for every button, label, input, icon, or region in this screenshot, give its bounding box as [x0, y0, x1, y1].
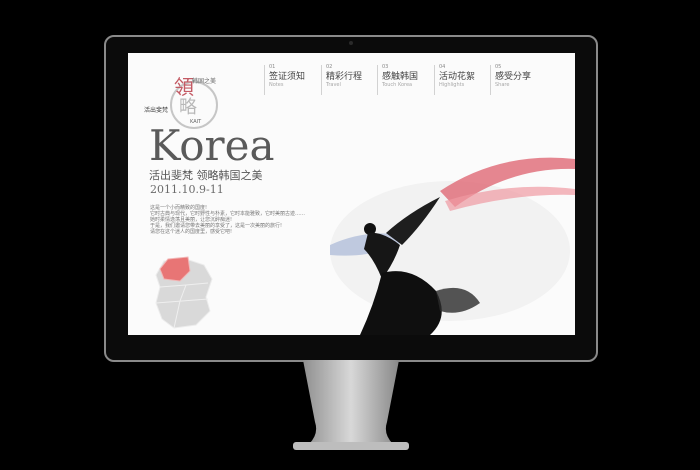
nav-number: 02	[326, 64, 333, 70]
logo-hanja-main: 領	[174, 75, 194, 99]
stand-neck	[303, 360, 399, 444]
nav-item-travel[interactable]: 02 精彩行程 Travel	[321, 65, 362, 95]
website-screen: 領 略 韩国之美 活出斐梵 KAIT 01 签证须知 Notes 02 精彩行程…	[128, 53, 575, 335]
intro-paragraph: 这是一个小而精致的国度! 它时古典与现代，它时野性与朴素，它时本能雅致，它时美丽…	[150, 205, 310, 235]
logo-tagline-left: 活出斐梵	[144, 107, 169, 114]
nav-subtitle: Highlights	[439, 81, 465, 88]
hero-date: 2011.10.9-11	[150, 183, 224, 196]
nav-subtitle: Travel	[326, 81, 341, 88]
site-logo[interactable]: 領 略 韩国之美 活出斐梵 KAIT	[144, 63, 219, 129]
nav-item-highlights[interactable]: 04 活动花絮 Highlights	[434, 65, 475, 95]
hero-title: Korea	[149, 121, 275, 170]
korea-map-icon[interactable]	[146, 253, 218, 331]
nav-item-share[interactable]: 05 感受分享 Share	[490, 65, 531, 95]
nav-number: 04	[439, 64, 446, 70]
nav-subtitle: Notes	[269, 81, 284, 88]
nav-number: 05	[495, 64, 502, 70]
nav-subtitle: Touch Korea	[382, 81, 413, 88]
webcam-icon	[349, 41, 353, 45]
dancer-illustration	[330, 157, 575, 335]
logo-hanja-sub: 略	[179, 97, 197, 118]
intro-line: 请您在这个迷人的国度里，感受它吧!	[150, 229, 233, 235]
monitor-stand	[293, 360, 409, 450]
nav-item-touch-korea[interactable]: 03 感触韩国 Touch Korea	[377, 65, 418, 95]
hero-subtitle: 活出斐梵 领略韩国之美	[149, 169, 263, 182]
nav-item-notes[interactable]: 01 签证须知 Notes	[264, 65, 305, 95]
nav-subtitle: Share	[495, 81, 510, 88]
logo-tagline-top: 韩国之美	[192, 78, 217, 85]
nav-number: 01	[269, 64, 276, 70]
stand-base	[293, 442, 409, 450]
nav-number: 03	[382, 64, 389, 70]
